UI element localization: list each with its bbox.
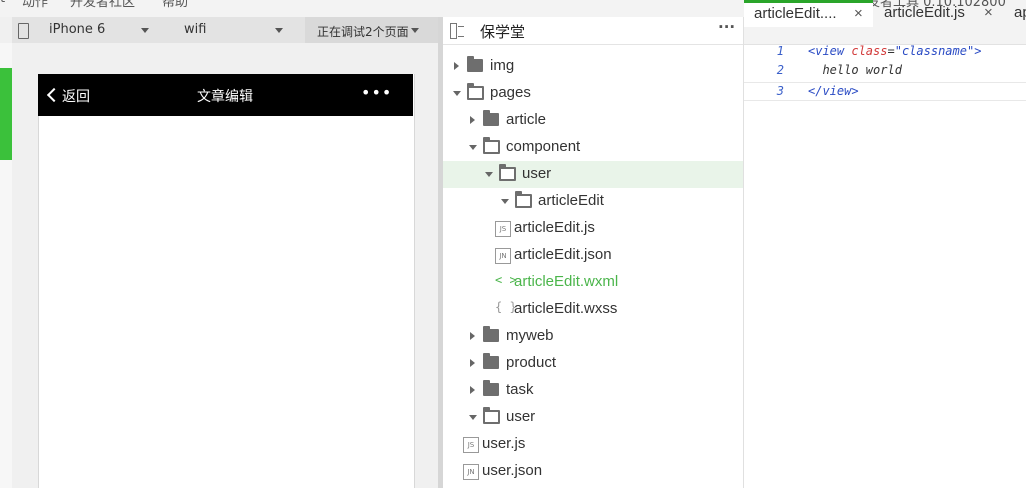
chevron-left-icon[interactable] xyxy=(46,87,62,103)
tree-file[interactable]: JN articleEdit.json xyxy=(443,242,743,269)
tree-folder[interactable]: product xyxy=(443,350,743,377)
tree-item-label: task xyxy=(506,381,534,398)
tree-layout-icon[interactable] xyxy=(450,23,457,39)
tree-item-label: articleEdit.json xyxy=(514,246,612,263)
phone-nav-bar: 返回 文章编辑 ••• xyxy=(38,74,413,116)
tree-file[interactable]: JN user.json xyxy=(443,458,743,485)
code-text: <view class="classname"> xyxy=(808,44,982,58)
tab-label: articleEdit.... xyxy=(754,5,837,22)
tree-folder[interactable]: articleEdit xyxy=(443,188,743,215)
code-text: hello world xyxy=(808,63,902,77)
folder-icon xyxy=(483,326,499,342)
js-file-icon: JS xyxy=(495,221,511,237)
chevron-right-icon[interactable] xyxy=(470,386,475,394)
tree-folder[interactable]: pages xyxy=(443,80,743,107)
active-tool-indicator[interactable] xyxy=(0,68,12,160)
js-file-icon: JS xyxy=(463,437,479,453)
folder-open-icon xyxy=(483,137,500,154)
more-menu-button[interactable]: ••• xyxy=(361,83,392,102)
tree-item-label: article xyxy=(506,111,547,128)
folder-icon xyxy=(467,56,483,72)
chevron-down-icon[interactable] xyxy=(501,199,509,204)
chevron-right-icon[interactable] xyxy=(454,62,459,70)
tab-label: articleEdit.js xyxy=(884,4,965,21)
menu-item-help[interactable]: 帮助 xyxy=(162,0,188,10)
tree-item-label: pages xyxy=(490,84,531,101)
json-file-icon: JN xyxy=(495,248,511,264)
chevron-right-icon[interactable] xyxy=(470,359,475,367)
page-title: 文章编辑 xyxy=(197,89,253,105)
menu-item-action[interactable]: 动作 xyxy=(22,0,48,10)
tab-label: ap xyxy=(1014,4,1026,21)
tree-item-label: articleEdit.wxml xyxy=(514,273,619,290)
tree-item-label: component xyxy=(506,138,581,155)
tree-folder[interactable]: article xyxy=(443,107,743,134)
tree-item-label: product xyxy=(506,354,557,371)
tree-item-label: myweb xyxy=(506,327,554,344)
tree-item-label: articleEdit.wxss xyxy=(514,300,618,317)
menu-item[interactable]: t xyxy=(0,0,5,6)
tree-folder[interactable]: task xyxy=(443,377,743,404)
network-select[interactable]: wifi xyxy=(184,22,206,37)
folder-open-icon xyxy=(515,191,532,208)
code-line[interactable]: 1 <view class="classname"> xyxy=(744,44,1026,63)
folder-icon xyxy=(483,353,499,369)
folder-icon xyxy=(483,110,499,126)
json-file-icon: JN xyxy=(463,464,479,480)
code-text: </view> xyxy=(808,84,859,98)
project-name: 保学堂 xyxy=(480,23,526,41)
folder-open-icon xyxy=(499,164,516,181)
chevron-down-icon[interactable] xyxy=(485,172,493,177)
chevron-down-icon[interactable] xyxy=(411,28,419,33)
close-icon[interactable]: × xyxy=(854,5,863,22)
tree-item-label: articleEdit.js xyxy=(514,219,595,236)
folder-open-icon xyxy=(483,407,500,424)
more-options-button[interactable]: ··· xyxy=(718,18,735,36)
tree-item-label: user.js xyxy=(482,435,526,452)
chevron-right-icon[interactable] xyxy=(470,116,475,124)
device-select[interactable]: iPhone 6 xyxy=(49,22,105,37)
close-icon[interactable]: × xyxy=(984,4,993,21)
tree-file[interactable]: JS user.js xyxy=(443,431,743,458)
chevron-down-icon[interactable] xyxy=(469,415,477,420)
tree-item-label: articleEdit xyxy=(538,192,604,209)
tree-item-label: img xyxy=(490,57,515,74)
tree-file[interactable]: < > articleEdit.wxml xyxy=(443,269,743,296)
tree-file[interactable]: { } articleEdit.wxss xyxy=(443,296,743,323)
line-number: 1 xyxy=(776,44,784,58)
file-tree-header: 保学堂 ··· xyxy=(443,17,743,45)
code-line[interactable]: 2 hello world xyxy=(744,63,1026,82)
chevron-down-icon[interactable] xyxy=(275,28,283,33)
code-line-current[interactable]: 3 </view> xyxy=(744,82,1026,101)
folder-open-icon xyxy=(467,83,484,100)
menu-item-community[interactable]: 开发者社区 xyxy=(70,0,135,10)
folder-icon xyxy=(483,380,499,396)
simulator-toolbar: iPhone 6 wifi 正在调试2个页面 xyxy=(12,17,438,43)
tree-folder[interactable]: user xyxy=(443,404,743,431)
chevron-right-icon[interactable] xyxy=(470,332,475,340)
line-number: 2 xyxy=(776,63,784,77)
tree-folder[interactable]: myweb xyxy=(443,323,743,350)
back-button[interactable]: 返回 xyxy=(62,86,90,106)
chevron-down-icon[interactable] xyxy=(469,145,477,150)
tab-articleedit-wxml[interactable]: articleEdit.... × xyxy=(744,0,873,27)
tree-folder[interactable]: user xyxy=(443,161,743,188)
tree-layout-icon-lines xyxy=(458,26,464,37)
tree-item-label: user.json xyxy=(482,462,543,479)
tree-item-label: user xyxy=(506,408,536,425)
debug-status[interactable]: 正在调试2个页面 xyxy=(317,23,409,40)
tree-folder[interactable]: component xyxy=(443,134,743,161)
tab-articleedit-js[interactable]: articleEdit.js × xyxy=(873,0,1003,27)
chevron-down-icon[interactable] xyxy=(453,91,461,96)
tab-app[interactable]: ap xyxy=(1004,0,1026,27)
device-rotate-icon[interactable] xyxy=(18,23,29,39)
phone-screen xyxy=(38,74,415,488)
tree-file[interactable]: JS articleEdit.js xyxy=(443,215,743,242)
tree-item-label: user xyxy=(522,165,552,182)
line-number: 3 xyxy=(776,84,784,98)
chevron-down-icon[interactable] xyxy=(141,28,149,33)
tree-folder[interactable]: img xyxy=(443,53,743,80)
